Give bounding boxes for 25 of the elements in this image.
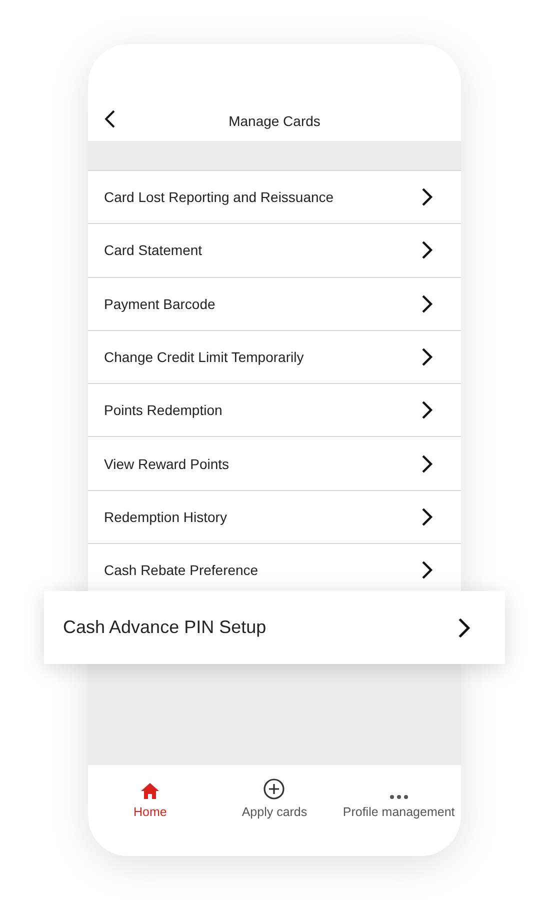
menu-item[interactable]: Change Credit Limit Temporarily <box>88 330 461 384</box>
home-icon <box>140 782 160 800</box>
menu-item[interactable]: Cash Advance PIN Setup <box>44 591 505 664</box>
back-icon[interactable] <box>105 110 115 128</box>
menu-item[interactable]: Payment Barcode <box>88 278 461 331</box>
chevron-right-icon <box>421 187 433 208</box>
menu-item[interactable]: Points Redemption <box>88 384 461 438</box>
tab[interactable]: Home <box>88 773 212 819</box>
chevron-right-icon <box>421 454 433 474</box>
menu-item[interactable]: Card Lost Reporting and Reissuance <box>88 171 461 224</box>
plus-circle-icon <box>263 778 286 800</box>
chevron-right-icon <box>421 400 433 420</box>
menu-item[interactable]: Card Statement <box>88 224 461 278</box>
tab[interactable]: Apply cards <box>212 773 337 819</box>
chevron-right-icon <box>421 506 433 527</box>
menu-item[interactable]: View Reward Points <box>88 437 461 491</box>
menu-item[interactable]: Redemption History <box>88 490 461 544</box>
more-icon <box>388 794 409 800</box>
chevron-right-icon <box>421 347 433 368</box>
chevron-right-icon <box>421 294 433 314</box>
screen-title: Manage Cards <box>228 113 320 129</box>
tab[interactable]: Profile management <box>336 773 461 819</box>
chevron-right-icon <box>421 240 433 260</box>
chevron-right-icon <box>457 616 471 638</box>
chevron-right-icon <box>421 560 433 580</box>
